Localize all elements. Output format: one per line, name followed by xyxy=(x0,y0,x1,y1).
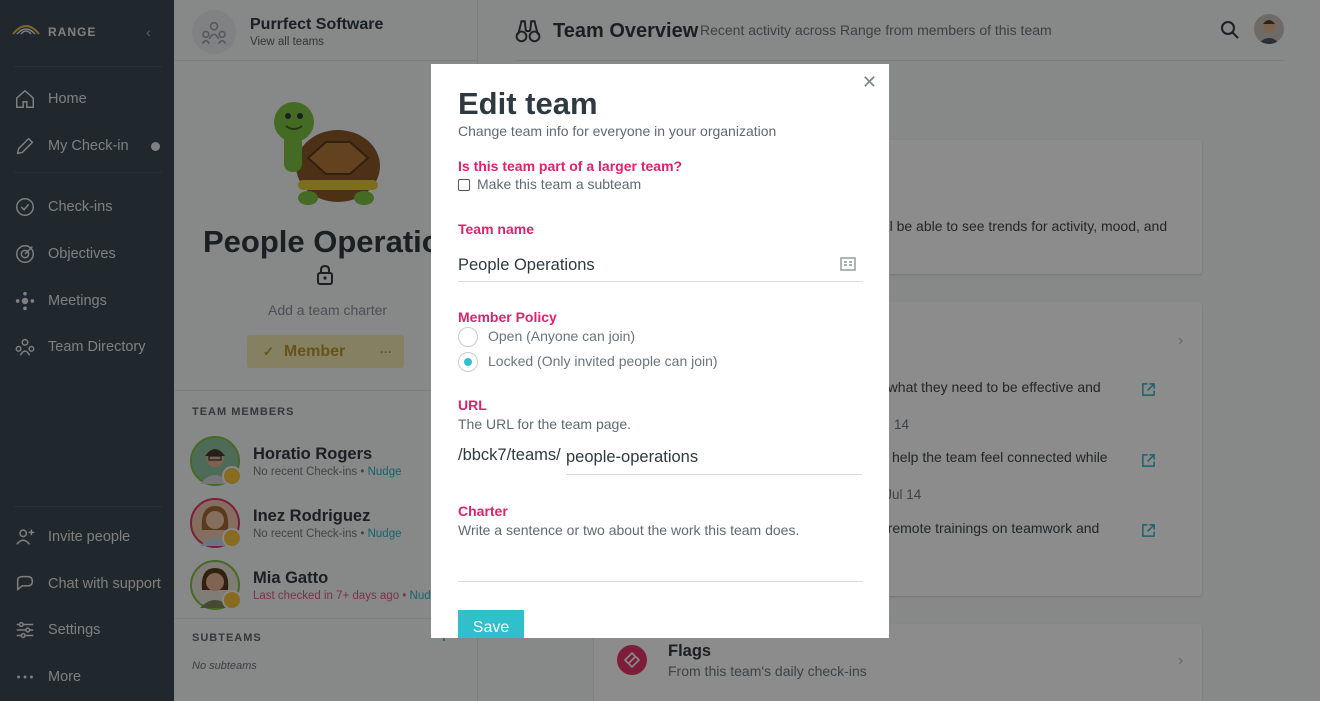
contact-card-icon xyxy=(840,257,856,271)
policy-open-radio[interactable] xyxy=(458,327,478,347)
team-name-label: Team name xyxy=(458,221,534,237)
subteam-checkbox-label[interactable]: Make this team a subteam xyxy=(477,176,641,192)
url-prefix: /bbck7/teams/ xyxy=(458,446,561,464)
policy-locked-radio[interactable] xyxy=(458,352,478,372)
modal-title: Edit team xyxy=(458,86,598,121)
edit-team-modal: ✕ Edit team Change team info for everyon… xyxy=(431,64,889,638)
charter-help: Write a sentence or two about the work t… xyxy=(458,522,800,538)
policy-locked-label[interactable]: Locked (Only invited people can join) xyxy=(488,353,718,369)
charter-input[interactable] xyxy=(458,550,863,582)
policy-open-label[interactable]: Open (Anyone can join) xyxy=(488,328,635,344)
member-policy-label: Member Policy xyxy=(458,309,557,325)
save-button[interactable]: Save xyxy=(458,610,524,638)
subteam-label: Is this team part of a larger team? xyxy=(458,158,683,174)
url-input[interactable] xyxy=(566,440,862,475)
subteam-checkbox[interactable] xyxy=(458,179,470,191)
charter-label: Charter xyxy=(458,503,508,519)
url-help: The URL for the team page. xyxy=(458,416,632,432)
url-label: URL xyxy=(458,397,487,413)
close-icon[interactable]: ✕ xyxy=(862,72,877,93)
modal-subtitle: Change team info for everyone in your or… xyxy=(458,123,777,139)
team-name-input[interactable] xyxy=(458,250,863,282)
